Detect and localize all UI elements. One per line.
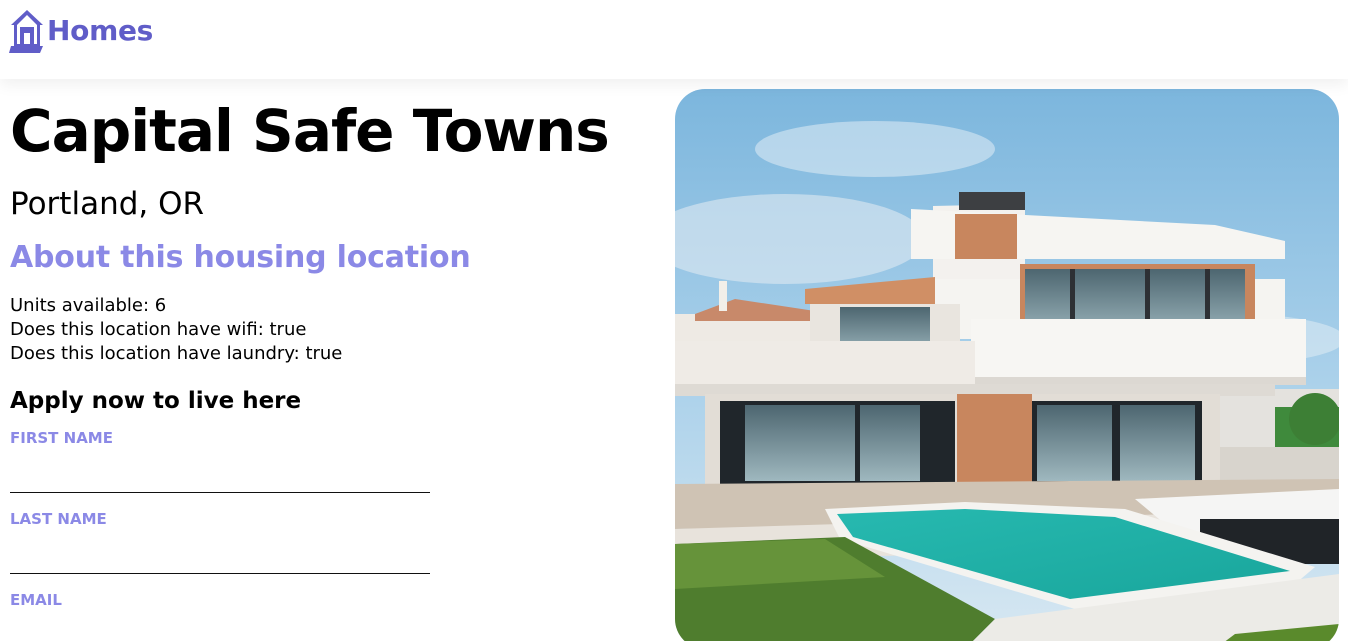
brand-name: Homes — [47, 13, 154, 47]
first-name-label: FIRST NAME — [10, 429, 113, 447]
top-navbar: Homes — [0, 0, 1348, 79]
last-name-label: LAST NAME — [10, 510, 107, 528]
email-label: EMAIL — [10, 591, 62, 609]
feature-wifi: Does this location have wifi: true — [10, 319, 307, 340]
application-form: FIRST NAME LAST NAME EMAIL — [10, 428, 650, 641]
house-photo — [675, 89, 1339, 641]
email-input[interactable] — [10, 610, 430, 641]
features-list: Units available: 6 Does this location ha… — [10, 294, 650, 366]
feature-laundry: Does this location have laundry: true — [10, 343, 343, 364]
listing-location: Portland, OR — [10, 186, 205, 222]
last-name-input[interactable] — [10, 529, 430, 574]
brand-logo-link[interactable]: Homes — [9, 8, 153, 53]
house-icon — [9, 8, 45, 53]
apply-heading: Apply now to live here — [10, 388, 302, 414]
listing-title: Capital Safe Towns — [10, 97, 610, 165]
first-name-input[interactable] — [10, 448, 430, 493]
feature-units: Units available: 6 — [10, 295, 167, 316]
listing-details: Capital Safe Towns Portland, OR About th… — [10, 95, 650, 641]
about-heading: About this housing location — [10, 240, 471, 275]
